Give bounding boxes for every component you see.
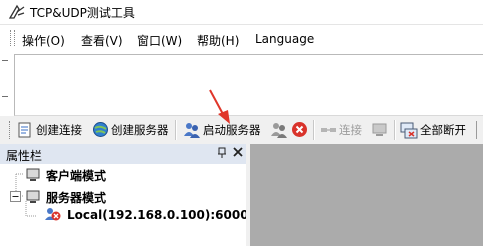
properties-panel-title: 属性栏 [6,149,43,163]
menu-view[interactable]: 查看(V) [81,32,123,49]
app-icon [8,4,25,19]
disconnect-icon[interactable] [371,122,388,138]
menu-language[interactable]: Language [255,32,314,46]
stop-server-icon[interactable] [270,121,288,139]
menu-window[interactable]: 窗口(W) [137,32,182,49]
toolbar-separator [394,120,396,140]
create-connection-button[interactable]: 创建连接 [36,122,82,138]
left-dock-edge [0,54,14,124]
toolbar-separator [175,120,177,140]
menu-grip-handle[interactable] [10,30,15,46]
red-arrow-annotation [209,89,230,124]
server-mode-icon [26,190,40,203]
close-icon[interactable] [232,146,244,158]
toolbar-separator [313,120,315,140]
toolbar-grip-handle[interactable] [9,121,12,139]
connect-button[interactable]: 连接 [339,122,362,138]
disconnect-all-icon[interactable] [400,121,418,139]
start-server-icon[interactable] [183,121,201,139]
client-mode-icon [26,168,40,181]
workspace-area [250,144,483,246]
server-entry-icon [45,208,61,221]
blank-dock-area [14,54,483,116]
menu-bar [0,24,483,53]
tree-node-client-mode[interactable]: 客户端模式 [46,167,106,184]
toolbar-overflow-edge [476,121,477,139]
tree-node-server-mode[interactable]: 服务器模式 [46,189,106,206]
connect-icon[interactable] [320,122,337,138]
pin-icon[interactable] [216,147,228,159]
disconnect-all-button[interactable]: 全部断开 [420,122,466,138]
delete-icon[interactable] [291,121,308,138]
create-server-icon[interactable] [92,121,109,138]
menu-help[interactable]: 帮助(H) [197,32,239,49]
collapse-toggle-icon[interactable] [10,191,21,202]
create-server-button[interactable]: 创建服务器 [111,122,169,138]
menu-operation[interactable]: 操作(O) [22,32,65,49]
window-title: TCP&UDP测试工具 [30,6,135,20]
create-connection-icon[interactable] [17,122,33,138]
tree-node-server-entry[interactable]: Local(192.168.0.100):6000 [67,208,249,222]
